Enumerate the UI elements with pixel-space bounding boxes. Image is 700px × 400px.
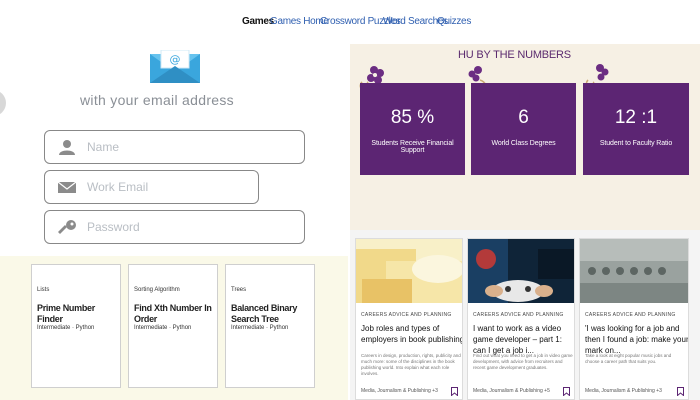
challenge-card[interactable]: Lists Prime Number Finder Intermediate ·… bbox=[31, 264, 121, 388]
article-title[interactable]: I want to work as a video game developer… bbox=[473, 323, 574, 356]
article-kicker: CAREERS ADVICE AND PLANNING bbox=[585, 312, 676, 318]
stat-label: Students Receive Financial Support bbox=[371, 140, 454, 154]
bookmark-icon[interactable] bbox=[677, 387, 684, 396]
article-excerpt: Find out what you need to get a job in v… bbox=[473, 353, 573, 370]
article-kicker: CAREERS ADVICE AND PLANNING bbox=[473, 312, 564, 318]
article-tags: Media, Journalism & Publishing +3 bbox=[585, 388, 662, 394]
challenge-meta: Intermediate · Python bbox=[37, 325, 95, 331]
top-navigation: Games Games Home Crossword Puzzles Word … bbox=[0, 0, 700, 44]
by-the-numbers-panel: HU BY THE NUMBERS 85 % Students Receive … bbox=[350, 44, 700, 230]
coding-challenges-section: Lists Prime Number Finder Intermediate ·… bbox=[0, 256, 348, 400]
article-card[interactable]: CAREERS ADVICE AND PLANNING Job roles an… bbox=[355, 238, 463, 400]
stat-card-degrees: 6 World Class Degrees bbox=[471, 83, 576, 175]
email-envelope-icon: @ bbox=[150, 50, 200, 83]
challenge-card[interactable]: Sorting Algorithm Find Xth Number In Ord… bbox=[128, 264, 218, 388]
challenge-category: Trees bbox=[231, 287, 247, 293]
key-icon bbox=[58, 220, 76, 234]
stat-label: Student to Faculty Ratio bbox=[599, 140, 673, 147]
challenge-title: Find Xth Number In Order bbox=[134, 303, 212, 324]
bookmark-icon[interactable] bbox=[563, 387, 570, 396]
nav-quizzes[interactable]: Quizzes bbox=[437, 16, 471, 27]
stat-card-financial-support: 85 % Students Receive Financial Support bbox=[360, 83, 465, 175]
stat-value: 12 :1 bbox=[614, 107, 658, 128]
challenge-card[interactable]: Trees Balanced Binary Search Tree Interm… bbox=[225, 264, 315, 388]
challenge-title: Balanced Binary Search Tree bbox=[231, 303, 298, 324]
mail-icon bbox=[57, 181, 77, 193]
work-email-field[interactable]: Work Email bbox=[44, 170, 259, 204]
article-excerpt: Careers in design, production, rights, p… bbox=[361, 353, 461, 376]
article-card[interactable]: CAREERS ADVICE AND PLANNING 'I was looki… bbox=[579, 238, 689, 400]
name-field[interactable]: Name bbox=[44, 130, 305, 164]
article-kicker: CAREERS ADVICE AND PLANNING bbox=[361, 312, 452, 318]
challenge-title: Prime Number Finder bbox=[37, 303, 95, 324]
stat-label: World Class Degrees bbox=[491, 140, 556, 147]
stat-card-faculty-ratio: 12 :1 Student to Faculty Ratio bbox=[583, 83, 689, 175]
carousel-prev-button[interactable] bbox=[0, 90, 6, 116]
stat-value: 85 % bbox=[390, 107, 435, 128]
email-signup-panel: @ with your email address Name Work Emai… bbox=[0, 44, 348, 256]
article-excerpt: Take a look at eight popular music jobs … bbox=[585, 353, 672, 364]
article-tags: Media, Journalism & Publishing +3 bbox=[361, 388, 438, 394]
article-title[interactable]: 'I was looking for a job and then I foun… bbox=[585, 323, 688, 356]
stat-value: 6 bbox=[518, 107, 529, 128]
challenge-meta: Intermediate · Python bbox=[134, 325, 192, 331]
article-image-mixing-desk bbox=[580, 239, 688, 303]
signup-heading: with your email address bbox=[80, 92, 234, 108]
article-card[interactable]: CAREERS ADVICE AND PLANNING I want to wo… bbox=[467, 238, 575, 400]
articles-section: CAREERS ADVICE AND PLANNING Job roles an… bbox=[350, 230, 700, 400]
password-placeholder: Password bbox=[87, 220, 140, 234]
svg-text:@: @ bbox=[170, 53, 181, 66]
bookmark-icon[interactable] bbox=[451, 387, 458, 396]
name-placeholder: Name bbox=[87, 140, 120, 154]
challenge-category: Lists bbox=[37, 287, 50, 293]
challenge-category: Sorting Algorithm bbox=[134, 287, 180, 293]
user-icon bbox=[59, 140, 75, 155]
article-title[interactable]: Job roles and types of employers in book… bbox=[361, 323, 462, 345]
password-field[interactable]: Password bbox=[44, 210, 305, 244]
challenge-meta: Intermediate · Python bbox=[231, 325, 289, 331]
article-image-game-controller bbox=[468, 239, 574, 303]
work-email-placeholder: Work Email bbox=[87, 180, 149, 194]
article-tags: Media, Journalism & Publishing +5 bbox=[473, 388, 550, 394]
article-image-books bbox=[356, 239, 462, 303]
